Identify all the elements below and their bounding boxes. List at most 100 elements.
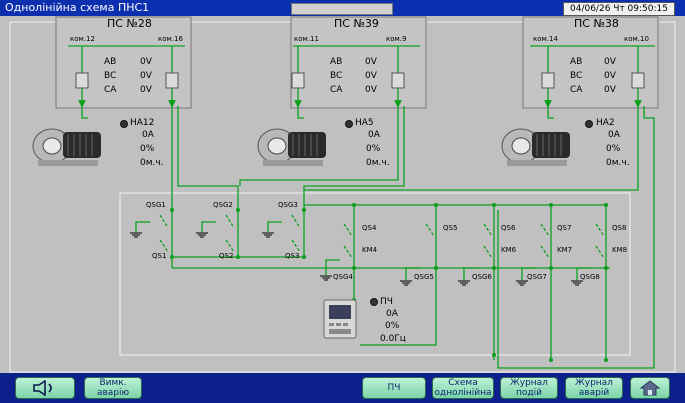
- switch-qsg8-label[interactable]: QSG8: [580, 273, 600, 282]
- pump-na5-motor-image[interactable]: [253, 122, 328, 170]
- pump-na2-hours: 0м.ч.: [606, 158, 630, 168]
- substation-39-phase-value: 0V: [365, 71, 377, 81]
- substation-28-phase-name: CA: [104, 85, 117, 95]
- datetime-display: 04/06/26 Чт 09:50:15: [563, 2, 675, 16]
- substation-39-title: ПС №39: [334, 17, 379, 30]
- switch-qs1-label[interactable]: QS1: [152, 252, 166, 261]
- switch-qs5-label[interactable]: QS5: [443, 224, 457, 233]
- vfd-screen-label: ПЧ: [387, 383, 401, 393]
- switch-qs2-label[interactable]: QS2: [219, 252, 233, 261]
- substation-38-phase-value: 0V: [604, 85, 616, 95]
- switch-qsg7-label[interactable]: QSG7: [527, 273, 547, 282]
- pump-na12-load: 0%: [140, 144, 155, 154]
- switch-km4-label[interactable]: KM4: [362, 246, 377, 255]
- switch-km7-label[interactable]: KM7: [557, 246, 572, 255]
- switch-qs3-label[interactable]: QS3: [285, 252, 299, 261]
- substation-39-phase-name: CA: [330, 85, 343, 95]
- switch-qs6-label[interactable]: QS6: [501, 224, 515, 233]
- pump-na2-load: 0%: [606, 144, 621, 154]
- scada-screen: Однолінійна схема ПНС1 04/06/26 Чт 09:50…: [0, 0, 685, 403]
- single-line-scheme-button[interactable]: Схема однолінійна: [432, 377, 494, 399]
- switch-km8-label[interactable]: KM8: [612, 246, 627, 255]
- substation-39-phase-value: 0V: [365, 57, 377, 67]
- vfd-status-lamp: [370, 298, 378, 306]
- substation-38-phase-name: BC: [570, 71, 583, 81]
- breaker-ps39-right[interactable]: [391, 72, 405, 89]
- speaker-icon: [33, 380, 52, 396]
- title-status-field: [291, 3, 393, 15]
- title-bar: Однолінійна схема ПНС1 04/06/26 Чт 09:50…: [0, 0, 685, 16]
- alarm-log-line2: аварій: [578, 388, 610, 398]
- substation-38-phase-name: AB: [570, 57, 583, 67]
- pump-na2-status-lamp: [585, 120, 593, 128]
- pump-na2-current: 0A: [608, 130, 620, 140]
- pump-na12-status-lamp: [120, 120, 128, 128]
- switch-km6-label[interactable]: KM6: [501, 246, 516, 255]
- mute-alarm-line1: Вимк.: [99, 378, 127, 388]
- vfd-name: ПЧ: [380, 297, 393, 307]
- scheme-line2: однолінійна: [434, 388, 492, 398]
- substation-28-right-feeder: ком.16: [158, 35, 183, 43]
- pump-na5-name: НА5: [355, 118, 374, 128]
- substation-39-phase-value: 0V: [365, 85, 377, 95]
- home-icon: [640, 380, 660, 396]
- pump-na5-load: 0%: [366, 144, 381, 154]
- switch-qs8-label[interactable]: QS8: [612, 224, 626, 233]
- pump-na12-current: 0A: [142, 130, 154, 140]
- breaker-ps28-left[interactable]: [75, 72, 89, 89]
- switch-qsg3-label[interactable]: QSG3: [278, 201, 298, 210]
- substation-39-phase-name: BC: [330, 71, 343, 81]
- pump-na12-name: НА12: [130, 118, 155, 128]
- vfd-load: 0%: [385, 321, 400, 331]
- switch-qs4-label[interactable]: QS4: [362, 224, 376, 233]
- switch-qs7-label[interactable]: QS7: [557, 224, 571, 233]
- pump-na12-motor-image[interactable]: [28, 122, 103, 170]
- breaker-ps28-right[interactable]: [165, 72, 179, 89]
- substation-28-phase-value: 0V: [140, 71, 152, 81]
- substation-39-right-feeder: ком.9: [386, 35, 407, 43]
- window-title: Однолінійна схема ПНС1: [5, 1, 150, 14]
- switch-qsg5-label[interactable]: QSG5: [414, 273, 434, 282]
- breaker-ps39-left[interactable]: [291, 72, 305, 89]
- substation-box-28: [55, 16, 192, 109]
- pump-na12-hours: 0м.ч.: [140, 158, 164, 168]
- mute-alarm-button[interactable]: Вимк. аварію: [84, 377, 142, 399]
- pump-na5-current: 0A: [368, 130, 380, 140]
- substation-28-phase-name: BC: [104, 71, 117, 81]
- vfd-image[interactable]: [322, 298, 358, 340]
- substation-39-phase-name: AB: [330, 57, 343, 67]
- breaker-ps38-right[interactable]: [631, 72, 645, 89]
- pump-na2-name: НА2: [596, 118, 615, 128]
- switch-qsg6-label[interactable]: QSG6: [472, 273, 492, 282]
- breaker-ps38-left[interactable]: [541, 72, 555, 89]
- pump-na5-hours: 0м.ч.: [366, 158, 390, 168]
- substation-38-phase-value: 0V: [604, 57, 616, 67]
- substation-box-39: [290, 16, 427, 109]
- substation-28-left-feeder: ком.12: [70, 35, 95, 43]
- event-log-line1: Журнал: [510, 378, 548, 388]
- substation-38-right-feeder: ком.10: [624, 35, 649, 43]
- bottom-toolbar: Вимк. аварію ПЧ Схема однолінійна Журнал по…: [0, 373, 685, 403]
- home-button[interactable]: [630, 377, 670, 399]
- busbar-frame: [119, 192, 631, 356]
- substation-38-title: ПС №38: [574, 17, 619, 30]
- switch-qsg4-label[interactable]: QSG4: [333, 273, 353, 282]
- switch-qsg1-label[interactable]: QSG1: [146, 201, 166, 210]
- vfd-frequency: 0.0Гц: [380, 334, 406, 344]
- sound-button[interactable]: [15, 377, 75, 399]
- switch-qsg2-label[interactable]: QSG2: [213, 201, 233, 210]
- substation-28-phase-value: 0V: [140, 85, 152, 95]
- pump-na2-motor-image[interactable]: [497, 122, 572, 170]
- substation-38-phase-name: CA: [570, 85, 583, 95]
- pump-na5-status-lamp: [345, 120, 353, 128]
- substation-28-phase-value: 0V: [140, 57, 152, 67]
- event-log-line2: подій: [516, 388, 542, 398]
- alarm-log-button[interactable]: Журнал аварій: [565, 377, 623, 399]
- substation-39-left-feeder: ком.11: [294, 35, 319, 43]
- substation-28-phase-name: AB: [104, 57, 117, 67]
- substation-38-left-feeder: ком.14: [533, 35, 558, 43]
- event-log-button[interactable]: Журнал подій: [500, 377, 558, 399]
- substation-28-title: ПС №28: [107, 17, 152, 30]
- vfd-screen-button[interactable]: ПЧ: [362, 377, 426, 399]
- alarm-log-line1: Журнал: [575, 378, 613, 388]
